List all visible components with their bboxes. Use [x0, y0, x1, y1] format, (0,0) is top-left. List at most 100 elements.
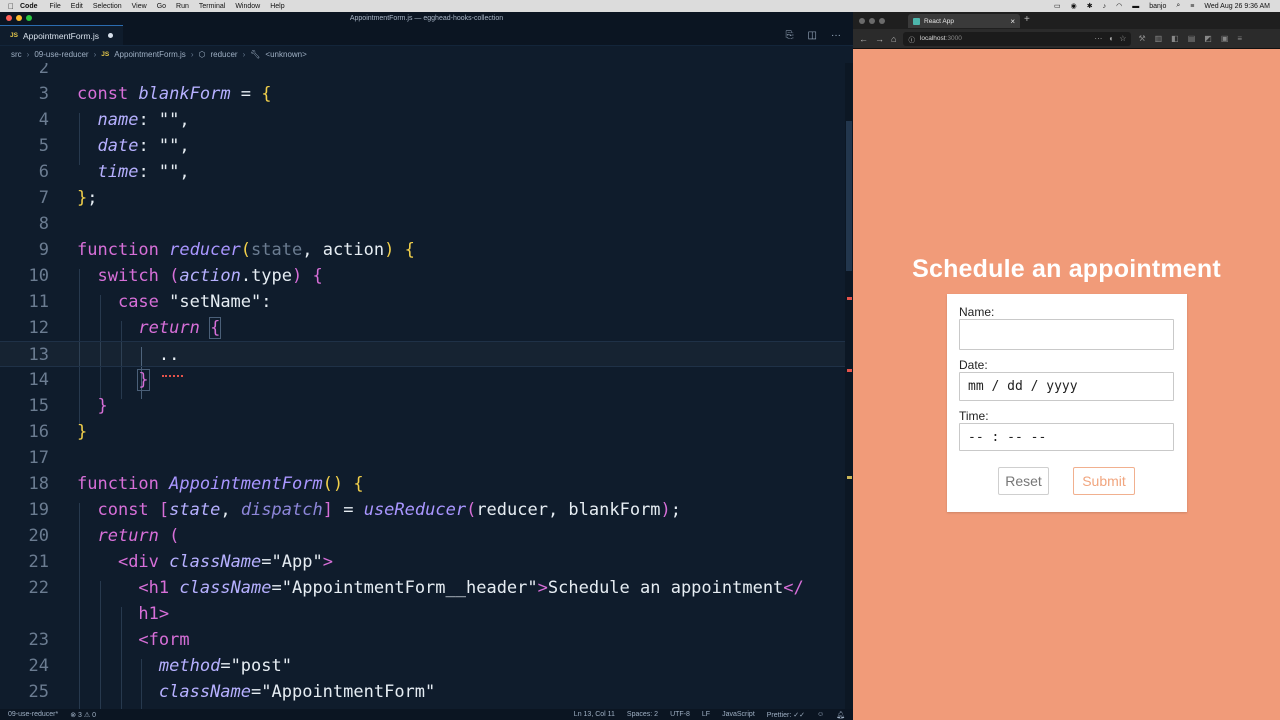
bluetooth-icon[interactable]: ✱	[1087, 2, 1093, 10]
menu-view[interactable]: View	[132, 3, 147, 10]
sidebar-icon[interactable]: ◧	[1171, 34, 1179, 43]
menu-app-name[interactable]: Code	[20, 3, 38, 10]
code-editor[interactable]: 2 3 const blankForm = { 4 name: "", 5 da…	[0, 63, 853, 709]
close-window-button[interactable]	[859, 18, 865, 24]
code-text: name: "",	[97, 110, 190, 130]
appointment-form: Name: Date: mm / dd / yyyy Time: -- : --…	[947, 294, 1187, 512]
line-number: 18	[28, 474, 49, 494]
cube-icon: ⬡	[198, 50, 206, 59]
unsaved-dot-icon[interactable]	[108, 33, 114, 38]
status-spaces[interactable]: Spaces: 2	[627, 711, 658, 719]
code-text: method="post"	[158, 656, 292, 676]
back-icon[interactable]: ←	[859, 34, 868, 44]
menu-edit[interactable]: Edit	[71, 3, 83, 10]
editor-scrollbar[interactable]	[845, 63, 853, 709]
browser-toolbar: ← → ⌂ ⓘ localhost:3000 ··· ◖ ☆ ⚒ ▥ ◧ ▤ ◩…	[853, 29, 1280, 49]
menu-window[interactable]: Window	[235, 3, 260, 10]
battery-icon[interactable]: ▬	[1132, 3, 1139, 10]
code-line: 17	[0, 445, 845, 471]
menubar-clock[interactable]: Wed Aug 26 9:36 AM	[1204, 3, 1270, 10]
status-encoding[interactable]: UTF-8	[670, 711, 690, 719]
bookmark-star-icon[interactable]: ☆	[1119, 34, 1126, 43]
menu-go[interactable]: Go	[157, 3, 166, 10]
forward-icon[interactable]: →	[875, 34, 884, 44]
zoom-window-button[interactable]	[879, 18, 885, 24]
close-tab-icon[interactable]: ×	[1010, 17, 1015, 26]
line-number: 13	[28, 345, 49, 365]
browser-tab-title: React App	[924, 17, 954, 25]
pocket-icon[interactable]: ◖	[1108, 34, 1113, 43]
volume-icon[interactable]: ♪	[1103, 3, 1107, 10]
breadcrumb-symbol[interactable]: reducer	[210, 50, 237, 59]
code-line: 5 date: "",	[0, 133, 845, 159]
status-cursor[interactable]: Ln 13, Col 11	[574, 711, 615, 719]
menu-selection[interactable]: Selection	[93, 3, 122, 10]
new-tab-icon[interactable]: +	[1024, 14, 1030, 25]
wifi-icon[interactable]: ◠	[1116, 2, 1122, 10]
address-bar[interactable]: ⓘ localhost:3000 ··· ◖ ☆	[903, 31, 1132, 46]
zoom-window-button[interactable]	[26, 15, 32, 21]
control-center-icon[interactable]: ≡	[1190, 3, 1194, 10]
tools-icon[interactable]: ⚒	[1138, 34, 1145, 43]
time-input[interactable]: -- : -- --	[959, 423, 1174, 451]
more-actions-icon[interactable]: ···	[831, 30, 841, 41]
code-text: ..	[77, 345, 180, 365]
code-text: case "setName":	[117, 292, 272, 312]
macos-menubar:  Code File Edit Selection View Go Run T…	[0, 0, 1280, 12]
minimize-window-button[interactable]	[869, 18, 875, 24]
error-marker	[847, 369, 852, 372]
breadcrumb-src[interactable]: src	[11, 50, 22, 59]
feedback-icon[interactable]: ☺	[817, 711, 824, 719]
code-line: 16 }	[0, 419, 845, 445]
search-icon[interactable]: ⌕	[1176, 2, 1180, 10]
tab-label: AppointmentForm.js	[22, 30, 100, 41]
code-line: 7 };	[0, 185, 845, 211]
submit-button[interactable]: Submit	[1073, 467, 1135, 495]
breadcrumb-file[interactable]: AppointmentForm.js	[114, 50, 186, 59]
extension-icon[interactable]: ◩	[1204, 34, 1212, 43]
reader-icon[interactable]: ▤	[1188, 34, 1196, 43]
status-branch[interactable]: 09-use-reducer*	[8, 711, 58, 719]
addon-icon[interactable]: ▣	[1221, 34, 1229, 43]
line-number: 9	[38, 240, 49, 260]
vscode-window: AppointmentForm.js — egghead-hooks-colle…	[0, 12, 853, 720]
code-text: <div className="App">	[117, 552, 333, 572]
screen-icon[interactable]: ▭	[1054, 2, 1061, 10]
reset-button[interactable]: Reset	[998, 467, 1049, 495]
library-icon[interactable]: ▥	[1155, 34, 1163, 43]
menu-file[interactable]: File	[50, 3, 61, 10]
name-input[interactable]	[959, 319, 1174, 350]
breadcrumb-folder[interactable]: 09-use-reducer	[34, 50, 88, 59]
menu-terminal[interactable]: Terminal	[199, 3, 225, 10]
close-window-button[interactable]	[6, 15, 12, 21]
menu-help[interactable]: Help	[270, 3, 284, 10]
code-line: 20 return (	[0, 523, 845, 549]
open-changes-icon[interactable]: ⎘	[786, 30, 794, 41]
code-line: 11 case "setName":	[0, 289, 845, 315]
status-prettier[interactable]: Prettier: ✓✓	[767, 711, 805, 719]
code-line: h1>	[0, 601, 845, 627]
breadcrumb-unknown[interactable]: <unknown>	[265, 50, 306, 59]
page-actions-icon[interactable]: ···	[1094, 34, 1102, 43]
menubar-user[interactable]: banjo	[1149, 3, 1166, 10]
home-icon[interactable]: ⌂	[891, 34, 896, 44]
warning-marker	[847, 476, 852, 479]
page-info-icon[interactable]: ⓘ	[908, 34, 915, 44]
apple-icon[interactable]: 	[8, 2, 14, 11]
record-icon[interactable]: ◉	[1071, 2, 1077, 10]
tab-appointmentform[interactable]: JS AppointmentForm.js	[0, 25, 124, 45]
status-problems[interactable]: ⊗ 3 ⚠ 0	[70, 711, 96, 719]
code-text: }	[97, 396, 108, 416]
status-language[interactable]: JavaScript	[722, 711, 755, 719]
minimize-window-button[interactable]	[16, 15, 22, 21]
date-input[interactable]: mm / dd / yyyy	[959, 372, 1174, 401]
status-eol[interactable]: LF	[702, 711, 710, 719]
split-editor-icon[interactable]: ◫	[808, 30, 817, 41]
scrollbar-thumb[interactable]	[846, 121, 852, 271]
menu-run[interactable]: Run	[176, 3, 189, 10]
code-text: time: "",	[97, 162, 190, 182]
bell-icon[interactable]: 🔔︎	[836, 711, 845, 719]
menu-icon[interactable]: ≡	[1237, 34, 1242, 43]
browser-tab[interactable]: React App ×	[908, 14, 1020, 28]
code-text: }	[137, 369, 150, 391]
